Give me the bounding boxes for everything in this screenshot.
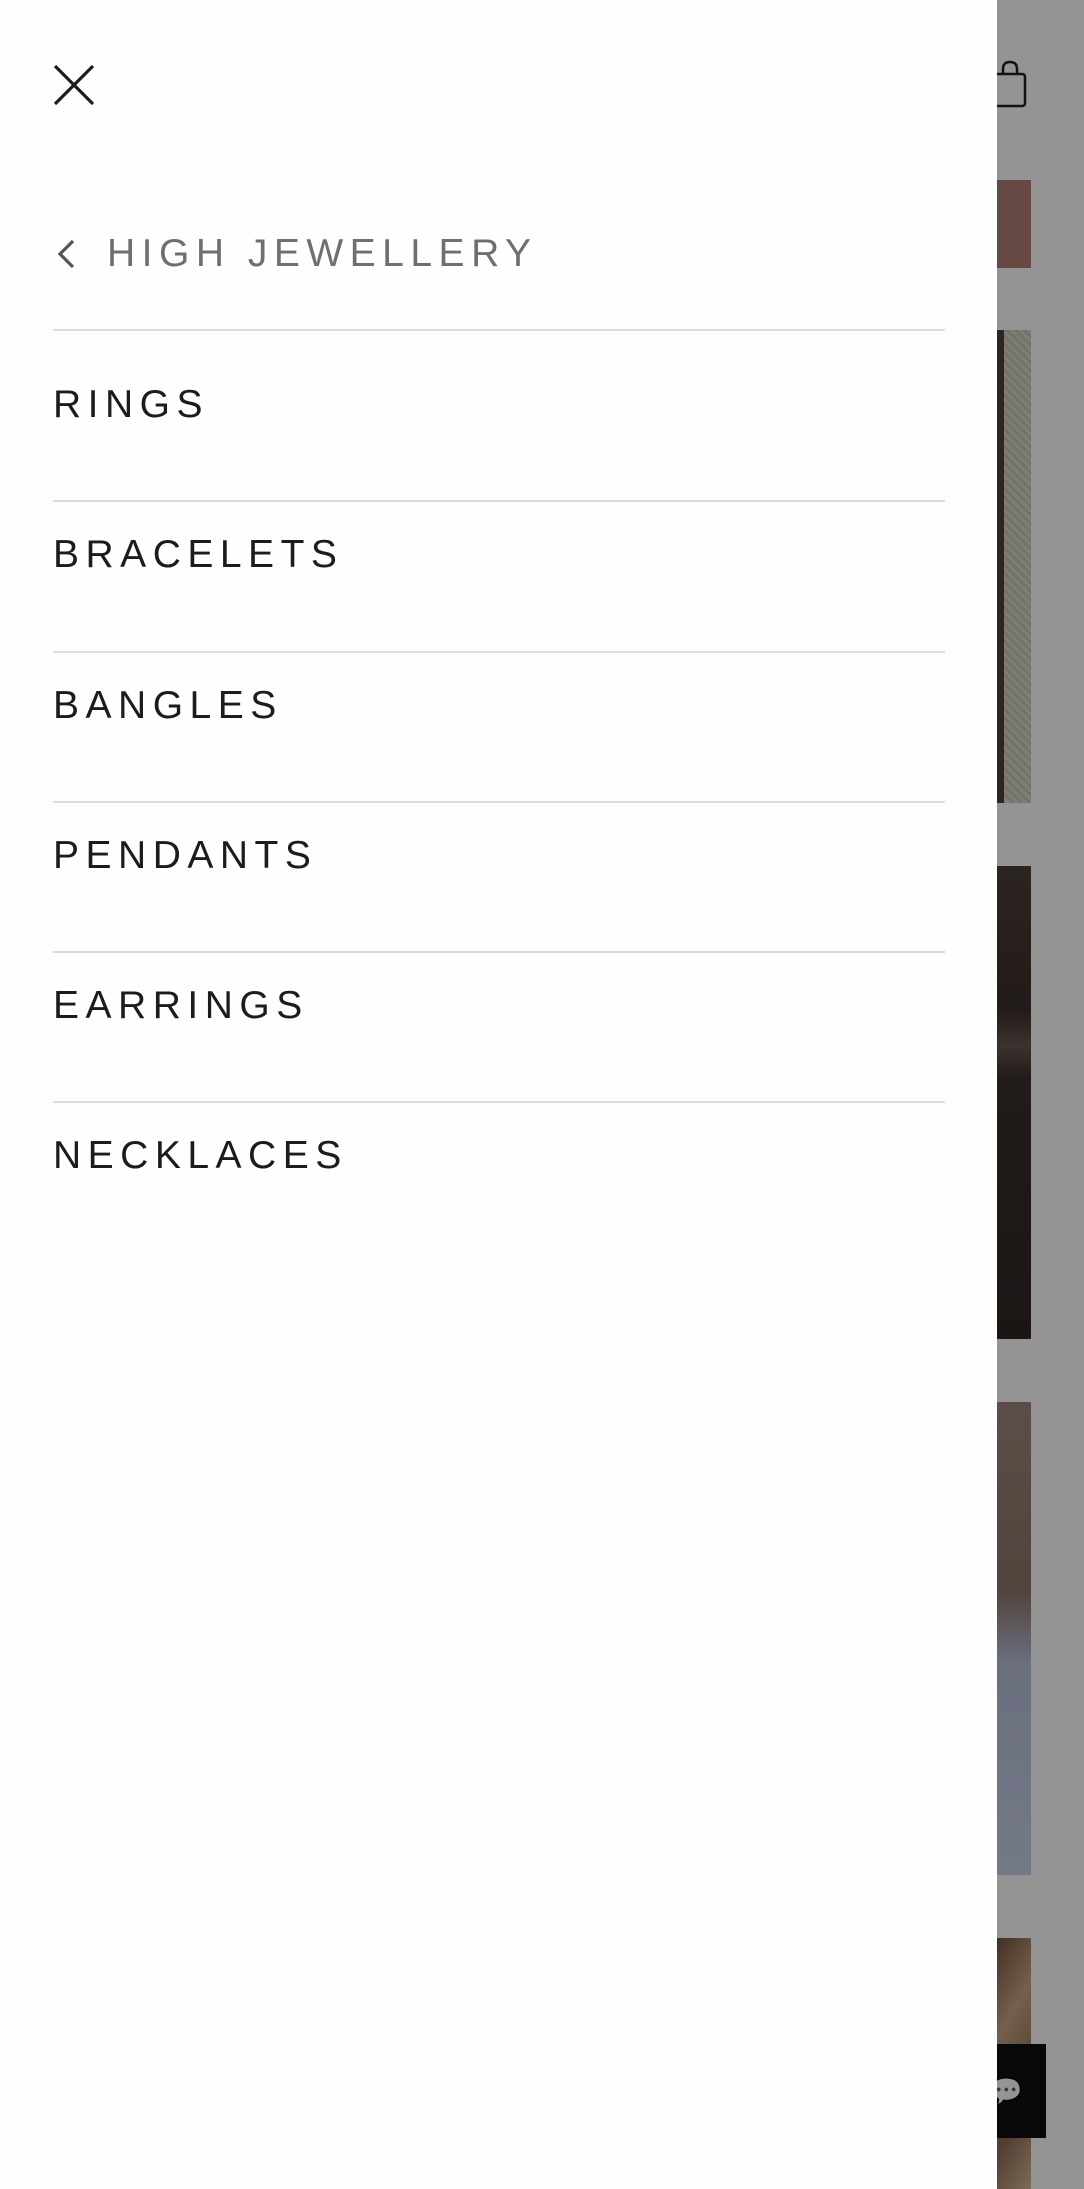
back-to-high-jewellery[interactable]: HIGH JEWELLERY [53, 222, 945, 286]
menu-item-label: EARRINGS [53, 984, 309, 1027]
menu-item-label: NECKLACES [53, 1134, 348, 1177]
menu-item-label: BRACELETS [53, 533, 344, 576]
menu-item-bangles[interactable]: BANGLES [53, 631, 945, 781]
close-button[interactable] [53, 64, 95, 106]
menu-item-bracelets[interactable]: BRACELETS [53, 480, 945, 630]
chevron-left-icon [53, 237, 81, 271]
menu-item-pendants[interactable]: PENDANTS [53, 781, 945, 931]
close-icon [53, 64, 95, 106]
menu-item-label: RINGS [53, 383, 210, 426]
menu-item-necklaces[interactable]: NECKLACES [53, 1081, 945, 1231]
menu-item-label: BANGLES [53, 684, 283, 727]
menu-item-earrings[interactable]: EARRINGS [53, 931, 945, 1081]
back-label: HIGH JEWELLERY [107, 232, 538, 275]
navigation-drawer: HIGH JEWELLERY RINGS BRACELETS BANGLES P… [0, 0, 997, 2189]
viewport: 💬 HIGH JEWELLERY RINGS BRACELETS BANGLES… [0, 0, 1084, 2189]
menu-item-rings[interactable]: RINGS [53, 330, 945, 480]
menu-item-label: PENDANTS [53, 834, 318, 877]
